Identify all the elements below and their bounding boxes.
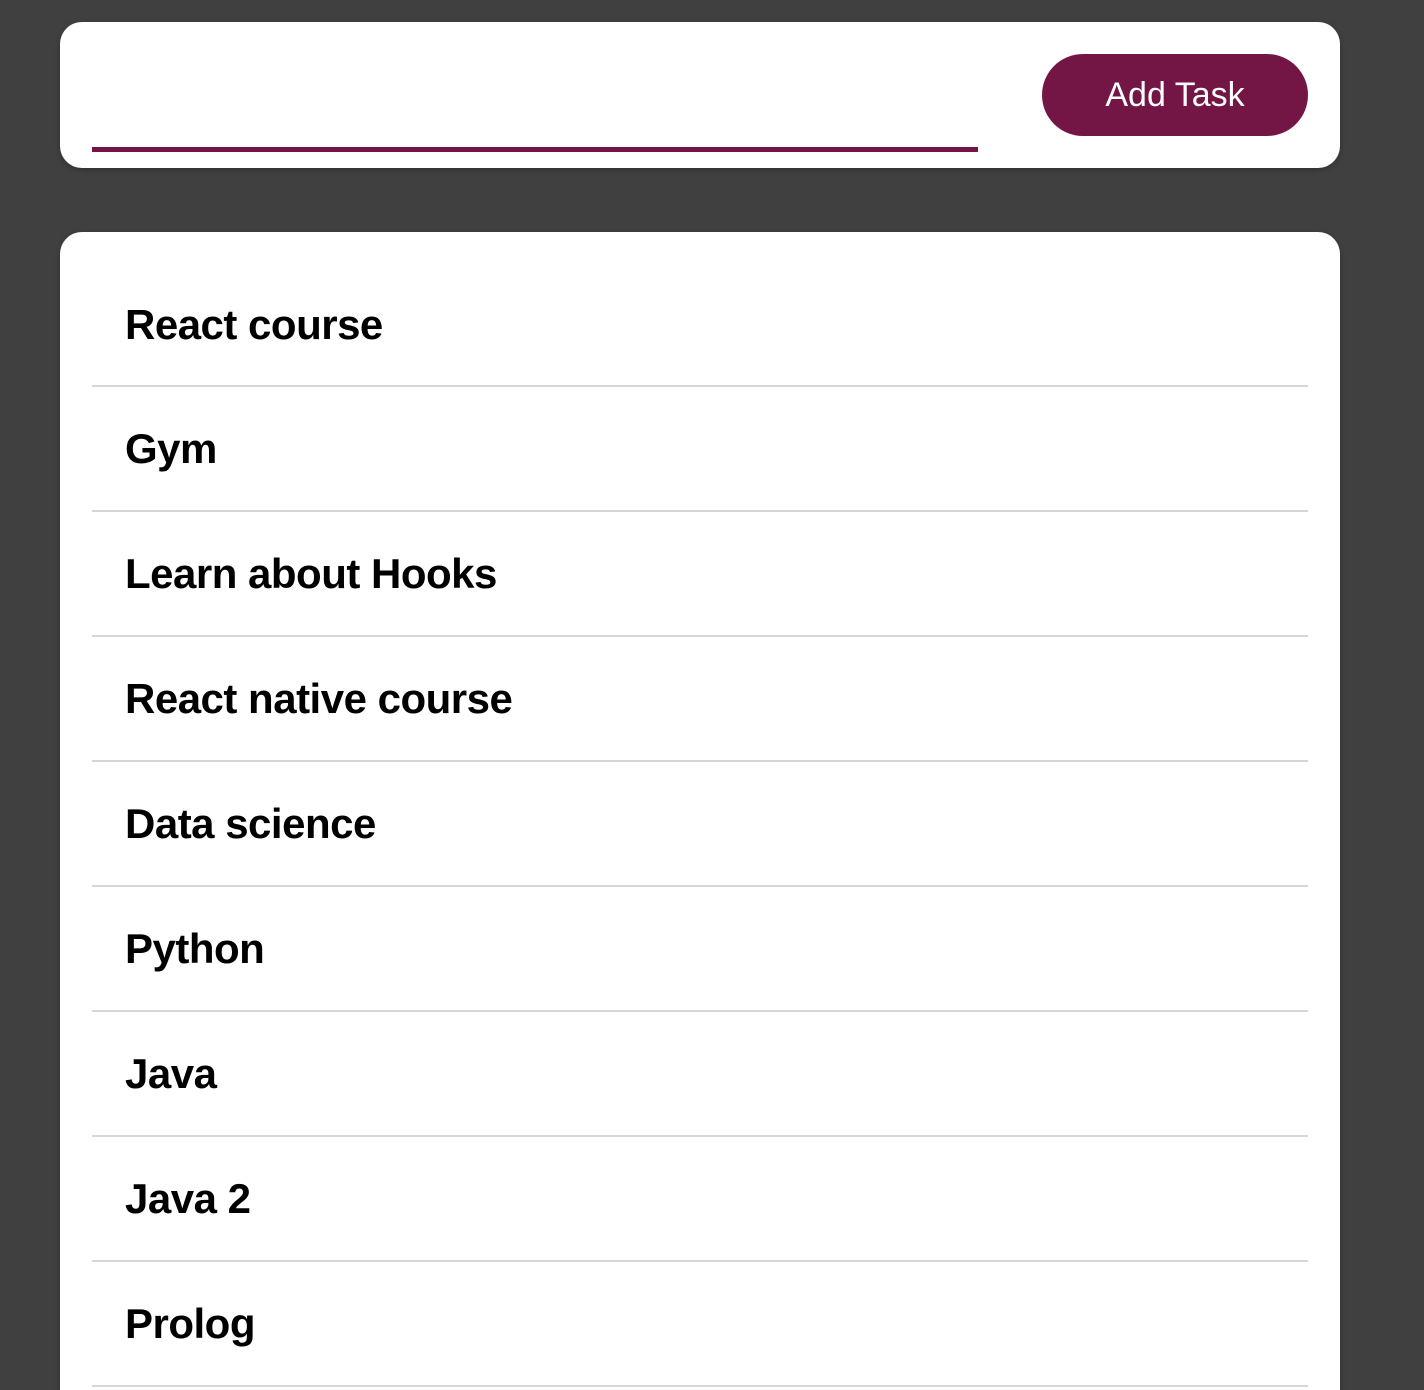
add-task-form: Add Task [60, 22, 1340, 168]
task-label: Learn about Hooks [125, 549, 497, 597]
task-item[interactable]: Prolog [92, 1262, 1308, 1387]
task-item[interactable]: Data science [92, 762, 1308, 887]
task-label: Java 2 [125, 1174, 251, 1222]
task-input[interactable] [92, 76, 978, 152]
task-label: Gym [125, 424, 217, 472]
task-item[interactable]: Java 2 [92, 1137, 1308, 1262]
task-label: Python [125, 924, 265, 972]
todo-app: Add Task React course Gym Learn about Ho… [0, 0, 1424, 1390]
task-label: Data science [125, 799, 376, 847]
task-item[interactable]: Learn about Hooks [92, 512, 1308, 637]
task-label: React course [125, 300, 383, 348]
add-task-button[interactable]: Add Task [1042, 54, 1308, 136]
task-list-card: React course Gym Learn about Hooks React… [60, 232, 1340, 1390]
task-item[interactable]: Java [92, 1012, 1308, 1137]
task-item[interactable]: React native course [92, 637, 1308, 762]
task-item[interactable]: React course [92, 264, 1308, 387]
task-label: Prolog [125, 1299, 256, 1347]
task-item[interactable]: Python [92, 887, 1308, 1012]
task-label: React native course [125, 674, 513, 722]
task-item[interactable]: Gym [92, 387, 1308, 512]
task-label: Java [125, 1049, 217, 1097]
task-list: React course Gym Learn about Hooks React… [60, 232, 1340, 1387]
